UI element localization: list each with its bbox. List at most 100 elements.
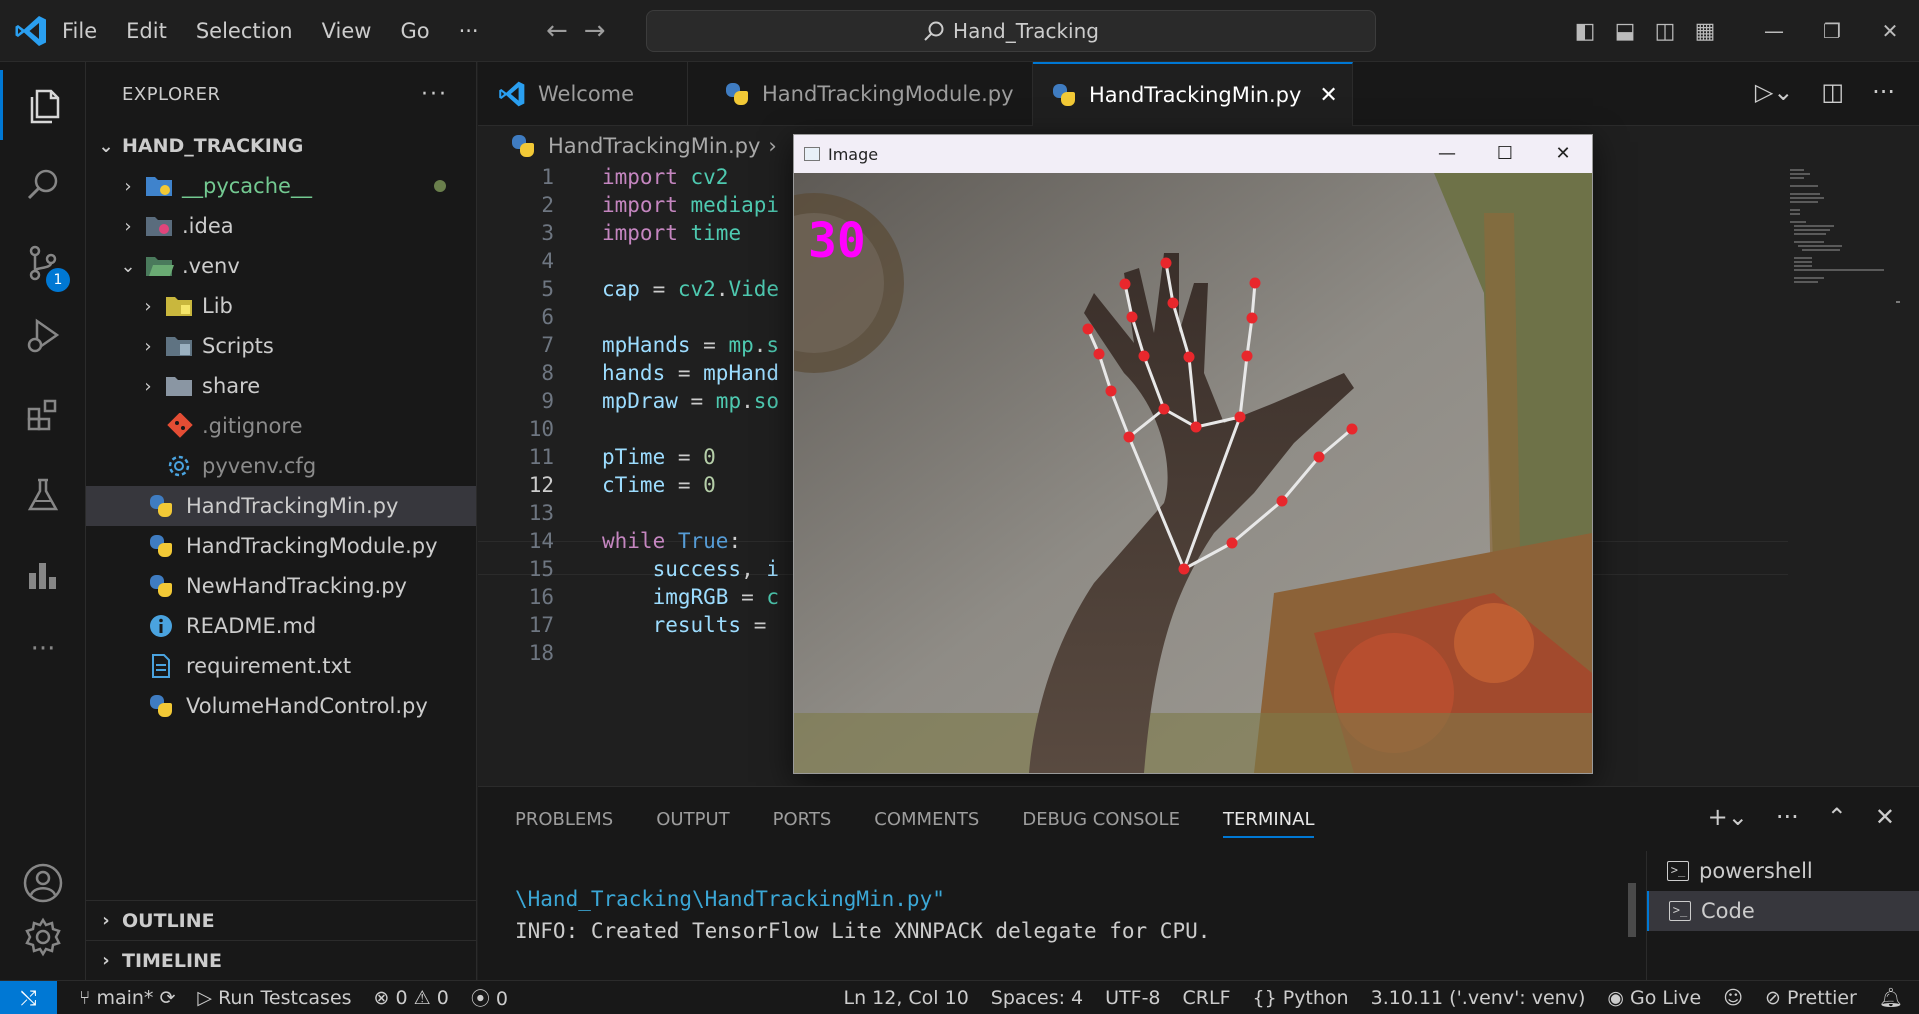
- fps-counter: 30: [808, 213, 866, 269]
- explorer-more-button[interactable]: ···: [421, 82, 448, 107]
- panel-more-icon[interactable]: ···: [1776, 803, 1799, 831]
- cursor-position[interactable]: Ln 12, Col 10: [843, 987, 968, 1009]
- line-number: 13: [528, 501, 554, 525]
- outline-section[interactable]: › OUTLINE: [86, 900, 476, 940]
- prettier[interactable]: ⊘ Prettier: [1765, 987, 1857, 1009]
- run-testcases[interactable]: ▷ Run Testcases: [197, 987, 351, 1009]
- toggle-panel-icon[interactable]: ⬓: [1605, 19, 1645, 44]
- tree-item-newhandtracking[interactable]: NewHandTracking.py: [86, 566, 476, 606]
- toggle-primary-sidebar-icon[interactable]: ◧: [1565, 19, 1605, 44]
- problems-summary[interactable]: ⊗ 0 ⚠ 0: [374, 987, 449, 1009]
- tree-item-volumehandcontrol[interactable]: VolumeHandControl.py: [86, 686, 476, 726]
- breadcrumb-file[interactable]: HandTrackingMin.py: [548, 134, 760, 158]
- back-arrow-icon[interactable]: ←: [546, 16, 568, 46]
- tree-item-share[interactable]: › share: [86, 366, 476, 406]
- tab-handtrackingmodule[interactable]: HandTrackingModule.py: [688, 62, 1033, 126]
- image-window-title: Image: [828, 144, 879, 164]
- file-encoding[interactable]: UTF-8: [1105, 987, 1160, 1009]
- testing-flask-icon[interactable]: [0, 460, 86, 530]
- image-maximize-button[interactable]: ☐: [1476, 135, 1534, 173]
- breadcrumb-separator: ›: [768, 134, 777, 158]
- settings-gear-icon[interactable]: [0, 902, 86, 972]
- language-mode[interactable]: {} Python: [1253, 987, 1349, 1009]
- language-label: Python: [1282, 986, 1349, 1009]
- tree-item-readme[interactable]: README.md: [86, 606, 476, 646]
- source-control-icon[interactable]: 1: [0, 228, 86, 298]
- menu-file[interactable]: File: [62, 19, 97, 43]
- terminal-icon: >_: [1667, 861, 1689, 881]
- opencv-image-window[interactable]: Image — ☐ ✕ 30: [793, 134, 1593, 774]
- run-python-file-icon[interactable]: ▷⌄: [1755, 78, 1794, 106]
- restore-button[interactable]: ❐: [1803, 19, 1861, 43]
- minimap[interactable]: [1790, 165, 1900, 785]
- timeline-section[interactable]: › TIMELINE: [86, 940, 476, 980]
- menu-go[interactable]: Go: [400, 19, 429, 43]
- menu-selection[interactable]: Selection: [196, 19, 293, 43]
- close-window-button[interactable]: ✕: [1861, 19, 1919, 43]
- tree-item-scripts[interactable]: › Scripts: [86, 326, 476, 366]
- workspace-root[interactable]: ⌄ HAND_TRACKING: [86, 126, 476, 166]
- close-panel-icon[interactable]: ✕: [1875, 803, 1895, 831]
- tab-ports[interactable]: PORTS: [773, 809, 832, 830]
- python-interpreter[interactable]: 3.10.11 ('.venv': venv): [1371, 987, 1586, 1009]
- tree-item-label: __pycache__: [182, 174, 312, 198]
- tab-welcome[interactable]: Welcome: [478, 62, 688, 126]
- close-tab-icon[interactable]: ✕: [1319, 83, 1337, 108]
- tab-comments[interactable]: COMMENTS: [874, 809, 979, 830]
- error-count: 0: [395, 986, 408, 1009]
- run-and-debug-icon[interactable]: [0, 300, 86, 370]
- toggle-secondary-sidebar-icon[interactable]: ◫: [1645, 19, 1685, 44]
- tab-output[interactable]: OUTPUT: [656, 809, 729, 830]
- tree-item-lib[interactable]: › Lib: [86, 286, 476, 326]
- menu-more[interactable]: ···: [459, 19, 479, 43]
- tree-item-handtrackingmodule[interactable]: HandTrackingModule.py: [86, 526, 476, 566]
- image-close-button[interactable]: ✕: [1534, 135, 1592, 173]
- line-number: 16: [528, 585, 554, 609]
- tree-item-pycache[interactable]: › __pycache__: [86, 166, 476, 206]
- split-editor-icon[interactable]: ◫: [1821, 78, 1844, 106]
- tab-handtrackingmin[interactable]: HandTrackingMin.py ✕: [1033, 62, 1353, 126]
- search-icon[interactable]: [0, 150, 86, 220]
- terminal-icon: >_: [1669, 901, 1691, 921]
- terminal-scrollbar[interactable]: [1628, 883, 1636, 937]
- tree-item-pyvenv[interactable]: pyvenv.cfg: [86, 446, 476, 486]
- indentation[interactable]: Spaces: 4: [991, 987, 1083, 1009]
- customize-layout-icon[interactable]: ▦: [1685, 19, 1725, 44]
- python-file-icon: [148, 493, 174, 519]
- tree-item-handtrackingmin[interactable]: HandTrackingMin.py: [86, 486, 476, 526]
- tree-item-venv[interactable]: ⌄ .venv: [86, 246, 476, 286]
- minimize-button[interactable]: —: [1745, 19, 1803, 43]
- copilot-icon[interactable]: ☺: [1723, 987, 1743, 1009]
- extensions-icon[interactable]: [0, 380, 86, 450]
- explorer-icon[interactable]: [0, 70, 86, 140]
- line-number: 4: [541, 249, 554, 273]
- remote-indicator-icon[interactable]: ⤭: [0, 980, 57, 1014]
- terminal-item-label: powershell: [1699, 859, 1813, 883]
- new-terminal-plus-icon[interactable]: +⌄: [1708, 803, 1748, 831]
- line-number: 2: [541, 193, 554, 217]
- notifications-bell-icon[interactable]: 🔔︎: [1879, 986, 1903, 1009]
- terminal-item-powershell[interactable]: >_ powershell: [1647, 851, 1919, 891]
- image-window-titlebar[interactable]: Image — ☐ ✕: [794, 135, 1592, 173]
- code-line-2: import mediapi: [602, 193, 780, 217]
- image-minimize-button[interactable]: —: [1418, 135, 1476, 173]
- menu-view[interactable]: View: [322, 19, 372, 43]
- tab-debug-console[interactable]: DEBUG CONSOLE: [1022, 809, 1180, 830]
- menu-edit[interactable]: Edit: [126, 19, 167, 43]
- end-of-line[interactable]: CRLF: [1183, 987, 1231, 1009]
- tree-item-idea[interactable]: › .idea: [86, 206, 476, 246]
- go-live[interactable]: ◉ Go Live: [1607, 987, 1701, 1009]
- more-views-icon[interactable]: ···: [0, 614, 86, 684]
- tree-item-requirement[interactable]: requirement.txt: [86, 646, 476, 686]
- charts-icon[interactable]: [0, 540, 86, 610]
- command-center-search[interactable]: Hand_Tracking: [646, 10, 1376, 52]
- git-branch[interactable]: ⑂ main* ⟳: [79, 987, 175, 1009]
- tab-problems[interactable]: PROBLEMS: [515, 809, 613, 830]
- tree-item-gitignore[interactable]: .gitignore: [86, 406, 476, 446]
- tab-terminal[interactable]: TERMINAL: [1222, 801, 1315, 838]
- editor-more-icon[interactable]: ···: [1872, 78, 1895, 106]
- forward-arrow-icon[interactable]: →: [584, 16, 606, 46]
- ports-forwarded[interactable]: ⦿ 0: [471, 984, 508, 1011]
- maximize-panel-chevron-up-icon[interactable]: ⌃: [1827, 803, 1847, 831]
- terminal-item-code[interactable]: >_ Code: [1647, 891, 1919, 931]
